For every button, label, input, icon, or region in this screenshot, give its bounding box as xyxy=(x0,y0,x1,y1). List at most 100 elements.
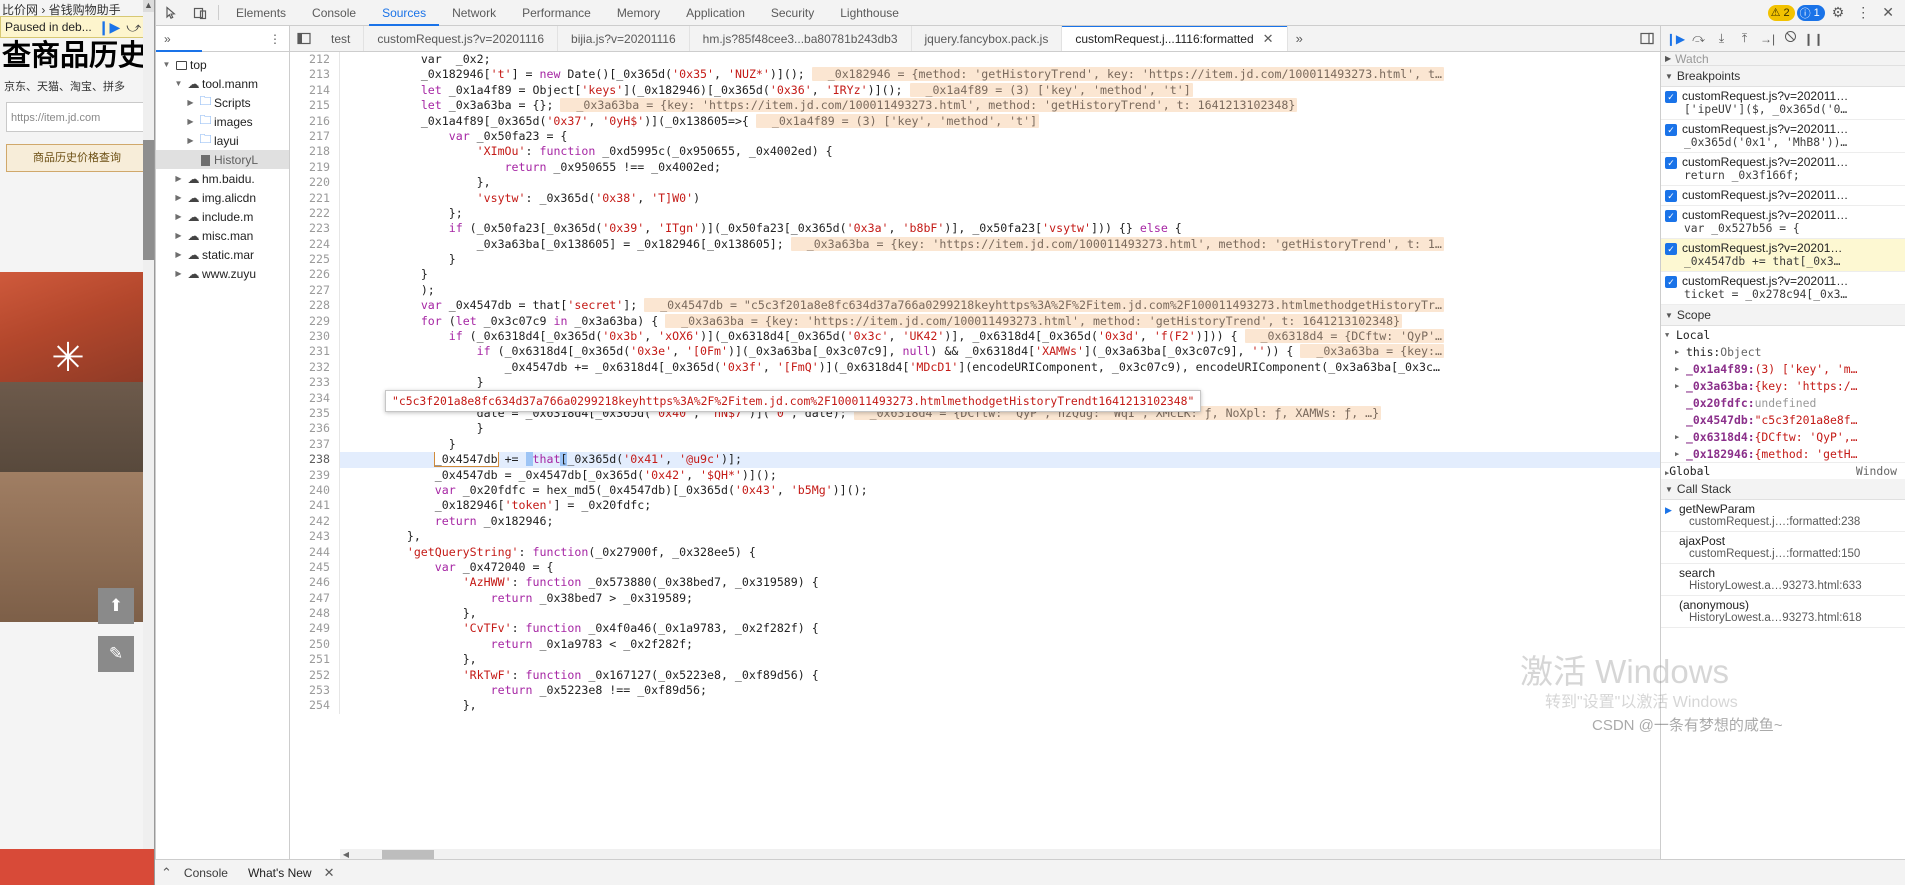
chevron-down-icon[interactable]: ▼ xyxy=(1665,331,1676,339)
code-text[interactable]: 'AzHWW': function _0x573880(_0x38bed7, _… xyxy=(340,575,1660,590)
code-text[interactable]: 'RkTwF': function _0x167127(_0x5223e8, _… xyxy=(340,668,1660,683)
chevron-right-icon[interactable]: ▶ xyxy=(1675,450,1686,458)
page-scrollbar-track[interactable] xyxy=(143,12,154,849)
line-number[interactable]: 242 xyxy=(290,513,340,530)
chevron-right-icon[interactable]: ▶ xyxy=(184,136,197,145)
code-text[interactable]: } xyxy=(340,437,1660,452)
breakpoint-checkbox[interactable]: ✓ xyxy=(1665,157,1677,169)
code-line[interactable]: 224 _0x3a63ba[_0x138605] = _0x182946[_0x… xyxy=(290,236,1660,253)
resume-script-icon[interactable]: ❙▶ xyxy=(98,19,121,36)
line-number[interactable]: 214 xyxy=(290,82,340,99)
code-line[interactable]: 223 if (_0x50fa23[_0x365d('0x39', 'ITgn'… xyxy=(290,221,1660,237)
chevron-right-icon[interactable]: ▶ xyxy=(172,269,185,278)
breakpoint-checkbox[interactable]: ✓ xyxy=(1665,243,1677,255)
breakpoint-checkbox[interactable]: ✓ xyxy=(1665,210,1677,222)
more-vertical-icon[interactable]: ⋮ xyxy=(1851,4,1875,21)
code-line-current[interactable]: 238 _0x4547db += that[_0x365d('0x41', '@… xyxy=(290,452,1660,468)
code-text[interactable]: var _0x4547db = that['secret']; _0x4547d… xyxy=(340,298,1660,313)
code-text[interactable]: _0x1a4f89[_0x365d('0x37', '0yH$')](_0x13… xyxy=(340,113,1660,129)
line-number[interactable]: 213 xyxy=(290,67,340,83)
code-line[interactable]: 226 } xyxy=(290,267,1660,283)
code-line[interactable]: 233 } xyxy=(290,375,1660,391)
line-number[interactable]: 222 xyxy=(290,205,340,222)
warning-count-badge[interactable]: ⚠ 2 xyxy=(1767,4,1795,21)
page-scrollbar-thumb[interactable] xyxy=(143,140,154,260)
tab-memory[interactable]: Memory xyxy=(604,0,673,25)
tree-node-static-mar[interactable]: ▶ ☁ static.mar xyxy=(156,245,289,264)
tab-sources[interactable]: Sources xyxy=(369,0,440,26)
scope-variable-row[interactable]: _0x20fdfc: undefined xyxy=(1661,394,1905,411)
chevron-up-icon[interactable]: ⌃ xyxy=(161,865,172,881)
watch-section-header[interactable]: ▶ Watch xyxy=(1661,52,1905,66)
callstack-section-header[interactable]: ▼ Call Stack xyxy=(1661,479,1905,500)
line-number[interactable]: 237 xyxy=(290,436,340,453)
code-text[interactable]: }, xyxy=(340,698,1660,713)
scope-global-row[interactable]: ▶Global Window xyxy=(1661,462,1905,479)
code-line[interactable]: 222 }; xyxy=(290,205,1660,222)
tree-node-tool-manm[interactable]: ▼ ☁ tool.manm xyxy=(156,74,289,93)
code-line[interactable]: 219 return _0x950655 !== _0x4002ed; xyxy=(290,159,1660,176)
deactivate-breakpoints-button[interactable]: 🛇 xyxy=(1780,29,1801,49)
code-text[interactable]: }, xyxy=(340,175,1660,190)
chevron-right-icon[interactable]: ▶ xyxy=(1675,382,1686,390)
line-number[interactable]: 219 xyxy=(290,159,340,176)
line-number[interactable]: 244 xyxy=(290,544,340,560)
line-number[interactable]: 233 xyxy=(290,375,340,391)
line-number[interactable]: 226 xyxy=(290,267,340,283)
tree-node-top[interactable]: ▼ top xyxy=(156,55,289,74)
code-text[interactable]: 'XImOu': function _0xd5995c(_0x950655, _… xyxy=(340,144,1660,159)
line-number[interactable]: 248 xyxy=(290,606,340,622)
line-number[interactable]: 241 xyxy=(290,498,340,514)
scope-local-row[interactable]: ▼ Local xyxy=(1661,326,1905,343)
code-text[interactable]: _0x4547db += _0x6318d4[_0x365d('0x3f', '… xyxy=(340,360,1660,375)
chevron-right-icon[interactable]: ▶ xyxy=(184,98,197,107)
code-text[interactable]: 'CvTFv': function _0x4f0a46(_0x1a9783, _… xyxy=(340,621,1660,636)
scope-variable-row[interactable]: _0x4547db: "c5c3f201a8e8f… xyxy=(1661,411,1905,428)
code-line[interactable]: 239 _0x4547db = _0x4547db[_0x365d('0x42'… xyxy=(290,467,1660,483)
more-vertical-icon[interactable]: ⋮ xyxy=(269,32,281,46)
chevron-right-icon[interactable]: ▶ xyxy=(172,250,185,259)
line-number[interactable]: 245 xyxy=(290,559,340,576)
code-text[interactable]: } xyxy=(340,267,1660,282)
page-scroll-up-arrow[interactable]: ▲ xyxy=(143,0,154,12)
line-number[interactable]: 254 xyxy=(290,698,340,714)
line-number[interactable]: 253 xyxy=(290,683,340,699)
line-number[interactable]: 223 xyxy=(290,221,340,237)
callstack-item[interactable]: ajaxPost customRequest.j…:formatted:150 xyxy=(1661,532,1905,564)
code-text[interactable]: } xyxy=(340,421,1660,436)
code-editor[interactable]: 212 var _0x2; 213 _0x182946['t'] = new Da… xyxy=(290,52,1660,860)
line-number[interactable]: 235 xyxy=(290,405,340,422)
tab-console[interactable]: Console xyxy=(299,0,369,25)
line-number[interactable]: 229 xyxy=(290,313,340,330)
code-line[interactable]: 228 var _0x4547db = that['secret']; _0x4… xyxy=(290,298,1660,314)
line-number[interactable]: 234 xyxy=(290,390,340,406)
breakpoint-item[interactable]: ✓ customRequest.js?v=20201… _0x4547db += t… xyxy=(1661,239,1905,272)
breakpoint-item[interactable]: ✓ customRequest.js?v=202011… var _0x527b56… xyxy=(1661,206,1905,239)
step-button[interactable]: →| xyxy=(1757,29,1778,49)
chevron-right-icon[interactable]: ▶ xyxy=(1675,365,1686,373)
line-number[interactable]: 236 xyxy=(290,421,340,437)
code-line[interactable]: 249 'CvTFv': function _0x4f0a46(_0x1a978… xyxy=(290,621,1660,637)
breakpoints-section-header[interactable]: ▼ Breakpoints xyxy=(1661,66,1905,87)
step-into-button[interactable]: ⤓ xyxy=(1711,29,1732,49)
tree-node-images[interactable]: ▶ 🗀 images xyxy=(156,112,289,131)
resume-button[interactable]: ❙▶ xyxy=(1665,29,1686,49)
code-line[interactable]: 246 'AzHWW': function _0x573880(_0x38bed… xyxy=(290,575,1660,591)
breakpoint-item[interactable]: ✓ customRequest.js?v=202011… ticket = _0x2… xyxy=(1661,272,1905,305)
code-text[interactable]: } xyxy=(340,375,1660,390)
callstack-list[interactable]: ▶ getNewParam customRequest.j…:formatted:2… xyxy=(1661,500,1905,628)
line-number[interactable]: 227 xyxy=(290,282,340,299)
code-text[interactable]: _0x182946['t'] = new Date()[_0x365d('0x3… xyxy=(340,67,1660,82)
code-line[interactable]: 215 let _0x3a63ba = {}; _0x3a63ba = {key… xyxy=(290,98,1660,114)
scroll-to-top-icon[interactable]: ⬆ xyxy=(98,588,134,624)
toggle-device-toolbar-icon[interactable] xyxy=(185,0,214,25)
tree-node-misc-man[interactable]: ▶ ☁ misc.man xyxy=(156,226,289,245)
line-number[interactable]: 238 xyxy=(290,452,340,468)
code-line[interactable]: 227 ); xyxy=(290,282,1660,299)
breakpoint-checkbox[interactable]: ✓ xyxy=(1665,91,1677,103)
code-line[interactable]: 252 'RkTwF': function _0x167127(_0x5223e… xyxy=(290,667,1660,684)
line-number[interactable]: 231 xyxy=(290,344,340,360)
code-text[interactable]: }, xyxy=(340,606,1660,621)
code-line[interactable]: 212 var _0x2; xyxy=(290,52,1660,68)
pause-on-exceptions-button[interactable]: ❙❙ xyxy=(1803,29,1824,49)
